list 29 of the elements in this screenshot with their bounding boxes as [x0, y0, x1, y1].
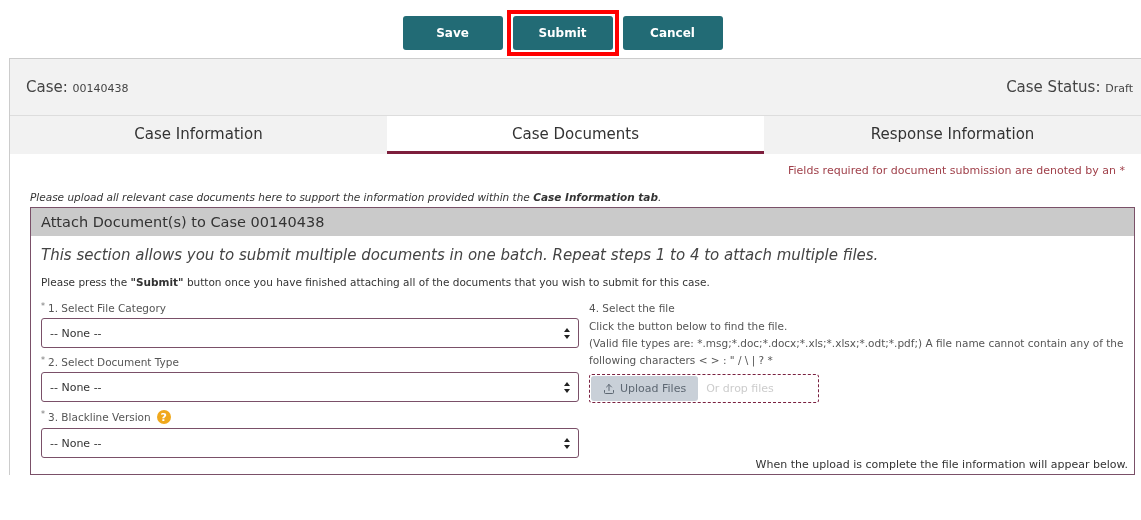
case-number: Case: 00140438 [26, 78, 129, 96]
select-field[interactable]: -- None -- [41, 372, 579, 402]
spinner-icon [564, 437, 570, 449]
upload-icon [603, 382, 615, 395]
action-button[interactable]: Submit [512, 16, 613, 50]
case-status: Case Status: Draft [1006, 78, 1133, 96]
required-note: Fields required for document submission are denoted by an * [787, 163, 1126, 177]
spinner-icon [564, 381, 570, 393]
select-field[interactable]: -- None -- [41, 428, 579, 458]
field-label: 1. Select File Category [48, 302, 166, 314]
section-title: Attach Document(s) to Case 00140438 [31, 208, 1134, 236]
tab[interactable]: Response Information [764, 116, 1141, 154]
field-label: 3. Blackline Version [48, 411, 151, 423]
required-marker: * [41, 302, 45, 311]
field-label: 2. Select Document Type [48, 356, 179, 368]
action-button[interactable]: Cancel [622, 16, 723, 50]
rules-text: (Valid file types are: *.msg;*.doc;*.docx;*.xls;*.xlsx;*.odt;*.pdf;) A file name cannot contain any of the following characters < > : " / \ | ? * [589, 335, 1124, 369]
footer-note: When the upload is complete the file information will appear below. [755, 458, 1128, 471]
section-lead: This section allows you to submit multiple documents in one batch. Repeat steps 1 to 4 to attach multiple files. [40, 245, 880, 266]
instruction-text: Please press the "Submit" button once you have finished attaching all of the documents that you wish to submit for this case. [41, 276, 710, 288]
field-label: 4. Select the file [589, 302, 676, 314]
tab[interactable]: Case Information [10, 116, 387, 154]
action-button[interactable]: Save [402, 16, 503, 50]
hint-text: Click the button below to find the file. [589, 319, 789, 334]
intro-text: Please upload all relevant case documents here to support the information provided within the Case Information tab. [30, 191, 662, 203]
required-marker: * [41, 356, 45, 365]
select-field[interactable]: -- None -- [41, 318, 579, 348]
required-marker: * [41, 410, 45, 419]
spinner-icon [564, 327, 570, 339]
